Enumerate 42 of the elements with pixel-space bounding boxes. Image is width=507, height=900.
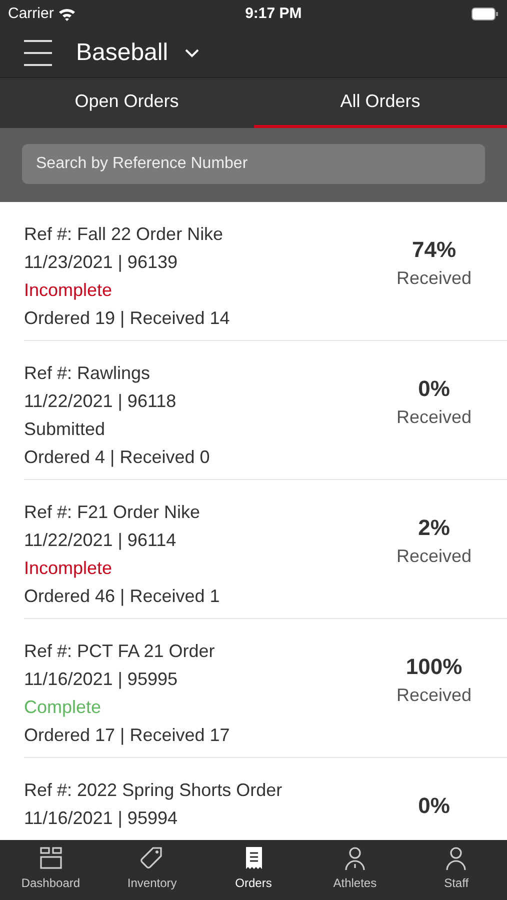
- reference-text: Ref #: Rawlings: [24, 362, 152, 385]
- status-text: Complete: [24, 696, 102, 719]
- date-text: 11/23/2021 | 96139: [24, 251, 178, 274]
- date-text: 11/22/2021 | 96114: [24, 529, 178, 552]
- search-field[interactable]: Search by Reference Number: [22, 144, 485, 184]
- percent-text: 74%: [410, 236, 458, 264]
- chevron-down-icon: [184, 48, 200, 58]
- tab-bar-item[interactable]: Inventory: [101, 840, 203, 900]
- status-text: Submitted: [24, 418, 106, 441]
- percent-text: 2%: [417, 514, 451, 542]
- percent-text: 100%: [404, 653, 464, 681]
- status-text: Incomplete: [24, 557, 114, 580]
- tab-bar-item[interactable]: Dashboard: [0, 840, 102, 900]
- received-label: Received: [395, 545, 473, 568]
- tab-bar-item[interactable]: Staff: [406, 840, 507, 900]
- menu-button[interactable]: [24, 40, 52, 66]
- reference-text: Ref #: Fall 22 Order Nike: [24, 223, 224, 246]
- dashboard-icon: [38, 846, 64, 872]
- date-text: 11/16/2021 | 95994: [24, 807, 178, 830]
- battery-icon: [470, 7, 499, 21]
- tab[interactable]: Open Orders: [0, 78, 254, 128]
- team-dropdown[interactable]: Baseball: [76, 34, 200, 70]
- reference-text: Ref #: F21 Order Nike: [24, 501, 202, 524]
- counts-text: Ordered 4 | Received 0: [24, 446, 210, 469]
- counts-text: Ordered 17 | Received 17: [24, 724, 230, 747]
- wifi-icon: [58, 7, 76, 21]
- counts-text: Ordered 19 | Received 14: [24, 307, 230, 330]
- status-text: Incomplete: [24, 279, 114, 302]
- time-text: 9:17 PM: [245, 4, 302, 24]
- tab-bar-item[interactable]: Athletes: [304, 840, 406, 900]
- reference-text: Ref #: 2022 Spring Shorts Order: [24, 779, 282, 802]
- received-label: Received: [395, 267, 473, 290]
- reference-text: Ref #: PCT FA 21 Order: [24, 640, 216, 663]
- counts-text: Ordered 46 | Received 1: [24, 585, 220, 608]
- tab-bar-item[interactable]: Orders: [202, 840, 304, 900]
- date-text: 11/16/2021 | 95995: [24, 668, 178, 691]
- received-label: Received: [395, 406, 473, 429]
- percent-text: 0%: [417, 792, 451, 820]
- carrier-text: Carrier: [8, 4, 54, 24]
- received-label: Received: [395, 684, 473, 707]
- percent-text: 0%: [417, 375, 451, 403]
- date-text: 11/22/2021 | 96118: [24, 390, 178, 413]
